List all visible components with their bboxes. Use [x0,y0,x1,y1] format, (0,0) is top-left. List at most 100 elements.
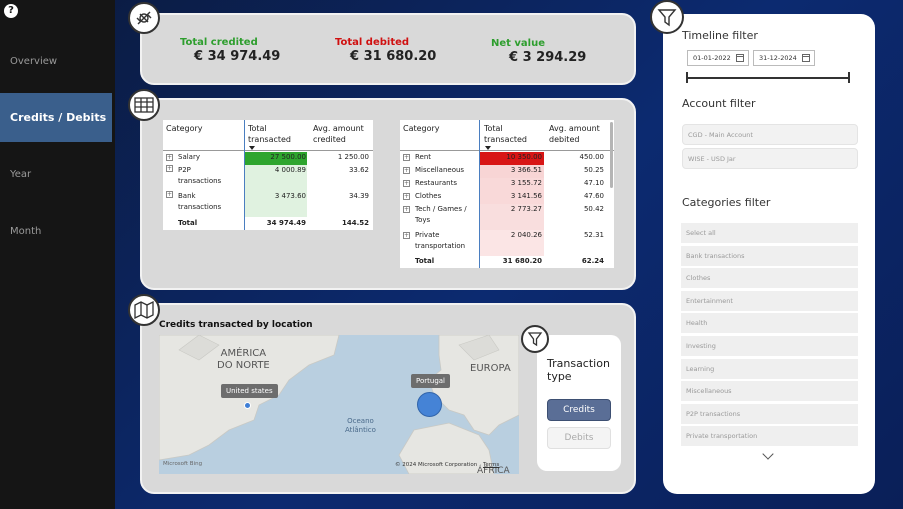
timeline-slider-start-handle[interactable] [686,72,688,83]
tooltip-united-states: United states [221,384,278,398]
debits-row-category-label: Clothes [415,192,442,200]
date-end-value: 31-12-2024 [759,54,797,62]
map-land [159,335,519,474]
calendar-icon[interactable] [736,54,744,62]
debits-row-category[interactable]: + Restaurants [403,178,475,189]
date-start-value: 01-01-2022 [693,54,731,62]
credits-row-total: 4 000.89 [274,166,306,174]
category-option[interactable]: Clothes [681,268,858,289]
date-start-input[interactable]: 01-01-2022 [687,50,749,66]
credits-row-avg: 33.62 [348,166,369,174]
map-bubble-united-states[interactable] [244,402,251,409]
category-option[interactable]: Private transportation [681,426,858,447]
credits-header-category[interactable]: Category [166,123,203,134]
debits-row-category[interactable]: + Tech / Games / Toys [403,204,475,226]
filter-icon[interactable] [521,325,549,353]
category-option[interactable]: Select all [681,223,858,243]
account-filter-heading: Account filter [682,97,756,110]
map-icon [128,294,160,326]
debits-header-total[interactable]: Total transacted [484,123,544,145]
credits-table: Category Total transacted Avg. amount cr… [163,120,373,230]
expand-icon[interactable]: + [166,191,173,198]
map-attribution-bing: Microsoft Bing [163,461,203,467]
category-option[interactable]: Bank transactions [681,245,858,266]
nav-month[interactable]: Month [0,207,112,256]
expand-icon[interactable]: + [403,232,410,239]
debits-row-total: 3 141.56 [510,192,542,200]
debits-row-category[interactable]: + Private transportation [403,230,475,252]
category-option[interactable]: Entertainment [681,290,858,311]
debits-row-category-label: Restaurants [415,179,457,187]
debits-header-category[interactable]: Category [403,123,440,134]
net-value-label: Net value [491,38,546,49]
map-label-north-america: AMÉRICA DO NORTE [217,348,270,371]
expand-icon[interactable]: + [403,154,410,161]
debits-row-total: 3 366.51 [510,166,542,174]
category-option[interactable]: P2P transactions [681,403,858,424]
timeline-slider-end-handle[interactable] [848,72,850,83]
map-terms-link[interactable]: Terms [483,462,499,468]
credits-header-avg[interactable]: Avg. amount credited [313,123,371,145]
credits-header-total[interactable]: Total transacted [248,123,308,145]
debits-button[interactable]: Debits [547,427,611,449]
debits-row-avg: 50.25 [583,166,604,174]
map-bubble-portugal[interactable] [417,392,442,417]
debits-row-total: 3 155.72 [510,179,542,187]
debits-row-avg: 450.00 [579,153,605,161]
credits-row-total: 3 473.60 [274,192,306,200]
total-credited-label: Total credited [180,37,258,48]
account-option-wise[interactable]: WISE - USD Jar [682,148,858,169]
debits-row-category-label: Miscellaneous [415,166,465,174]
credits-row-category-label: P2P transactions [178,166,222,185]
header-divider [163,150,373,151]
credits-total-value: 34 974.49 [266,219,306,227]
map-attribution-copyright: © 2024 Microsoft Corporation [395,462,478,468]
credits-row-category[interactable]: + P2P transactions [166,165,226,187]
debits-table: Category Total transacted Avg. amount de… [400,120,614,268]
account-option-cgd[interactable]: CGD - Main Account [682,124,858,145]
credits-button[interactable]: Credits [547,399,611,421]
map-label-europe: EUROPA [470,363,511,374]
expand-icon[interactable]: + [166,153,173,161]
debits-scrollbar[interactable] [610,122,613,188]
credits-row-avg: 34.39 [348,192,369,200]
category-option[interactable]: Learning [681,358,858,379]
debits-row-category[interactable]: + Rent [403,152,475,163]
debits-row-avg: 47.10 [583,179,604,187]
credits-total-label: Total [178,219,198,227]
credits-row-category[interactable]: + Salary [166,152,236,163]
timeline-slider-track[interactable] [687,77,850,79]
total-debited-label: Total debited [335,37,410,48]
debits-total-label: Total [415,257,435,265]
location-map[interactable]: AMÉRICA DO NORTE EUROPA Oceano Atlântico… [159,335,519,474]
category-option[interactable]: Miscellaneous [681,381,858,402]
nav-overview[interactable]: Overview [0,37,112,86]
table-icon [128,89,160,121]
expand-icon[interactable]: + [403,180,410,187]
debits-header-avg[interactable]: Avg. amount debited [549,123,607,145]
nav-year[interactable]: Year [0,150,112,199]
category-option[interactable]: Health [681,313,858,334]
calendar-icon[interactable] [802,54,810,62]
help-icon[interactable]: ? [4,4,18,18]
category-option[interactable]: Investing [681,336,858,356]
money-icon [128,2,160,34]
debits-row-category[interactable]: + Miscellaneous [403,165,475,176]
expand-icon[interactable]: + [403,206,410,213]
total-credited-value: € 34 974.49 [194,49,281,64]
debits-row-total: 10 350.00 [506,153,542,161]
debits-row-category-label: Tech / Games / Toys [415,205,467,224]
nav-credits-debits[interactable]: Credits / Debits [0,93,112,142]
date-end-input[interactable]: 31-12-2024 [753,50,815,66]
debits-total-value: 31 680.20 [502,257,542,265]
expand-icon[interactable]: + [403,193,410,200]
debits-row-category-label: Private transportation [415,231,466,250]
sidebar: ? Overview Credits / Debits Year Month [0,0,115,509]
timeline-filter-heading: Timeline filter [682,29,758,42]
debits-row-category[interactable]: + Clothes [403,191,475,202]
expand-icon[interactable]: + [403,167,410,174]
credits-row-category[interactable]: + Bank transactions [166,191,226,213]
debits-row-category-label: Rent [415,153,432,161]
debits-row-total: 2 040.26 [510,231,542,239]
expand-icon[interactable]: + [166,165,173,172]
